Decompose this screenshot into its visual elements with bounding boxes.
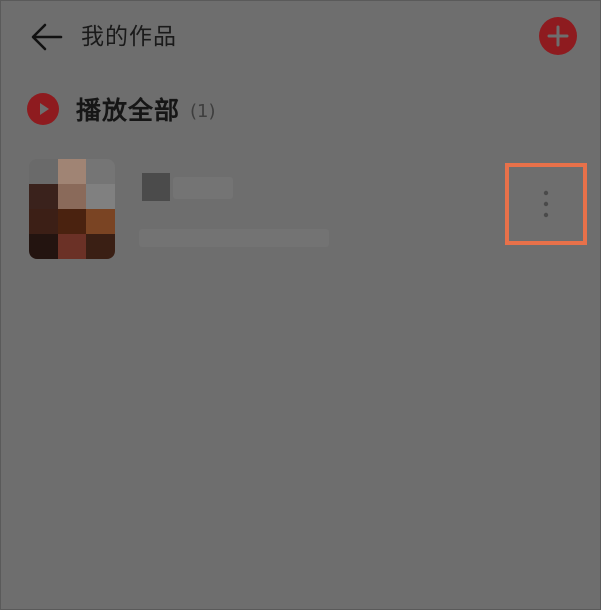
play-all-button[interactable]: 播放全部 (1): [27, 89, 216, 129]
play-icon: [27, 93, 59, 125]
more-vertical-icon: [543, 190, 549, 218]
work-title-blur: [173, 177, 233, 199]
work-thumbnail: [29, 159, 115, 259]
more-options-button[interactable]: [505, 163, 587, 245]
arrow-left-icon: [31, 23, 63, 51]
play-all-count: (1): [190, 100, 216, 122]
work-list-item[interactable]: [27, 151, 587, 261]
play-triangle-icon: [40, 103, 49, 115]
add-work-button[interactable]: [539, 17, 577, 55]
page-title: 我的作品: [81, 24, 177, 50]
play-all-label: 播放全部: [76, 96, 181, 125]
work-title-redacted: [142, 173, 170, 201]
plus-icon: [547, 25, 569, 47]
work-subtitle-blur: [139, 229, 329, 247]
app-header: 我的作品: [1, 1, 601, 73]
back-button[interactable]: [29, 21, 65, 53]
